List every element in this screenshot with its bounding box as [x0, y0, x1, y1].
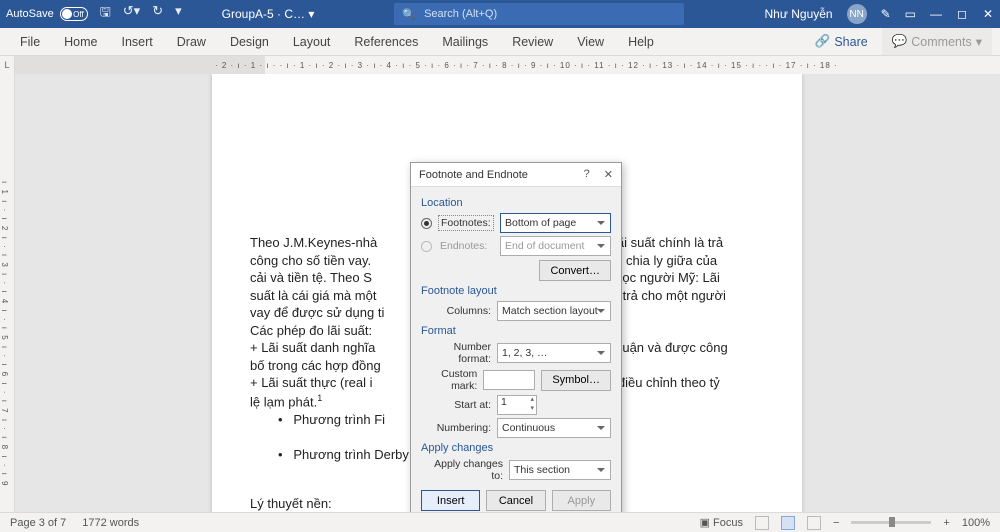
apply-to-combo[interactable]: This section	[509, 460, 611, 480]
redo-icon[interactable]: ↻	[152, 3, 163, 25]
tab-mailings[interactable]: Mailings	[430, 28, 500, 55]
start-at-label: Start at:	[421, 399, 491, 411]
symbol-button[interactable]: Symbol…	[541, 370, 611, 391]
apply-to-label: Apply changes to:	[421, 458, 503, 482]
zoom-out-icon[interactable]: −	[833, 517, 839, 529]
start-at-spinner[interactable]: 1	[497, 395, 537, 415]
number-format-combo[interactable]: 1, 2, 3, …	[497, 343, 611, 363]
ribbon-tabs: File Home Insert Draw Design Layout Refe…	[0, 28, 1000, 56]
tab-layout[interactable]: Layout	[281, 28, 343, 55]
horizontal-ruler-row: L · 2 · ı · 1 · ı · · ı · 1 · ı · 2 · ı …	[0, 56, 1000, 74]
dialog-help-icon[interactable]: ?	[584, 168, 590, 181]
convert-button[interactable]: Convert…	[539, 260, 611, 281]
section-location: Location	[421, 197, 611, 209]
zoom-slider[interactable]	[851, 521, 931, 524]
close-icon[interactable]: ✕	[982, 7, 994, 21]
custom-mark-input[interactable]	[483, 370, 535, 390]
numbering-label: Numbering:	[421, 422, 491, 434]
user-avatar[interactable]: NN	[847, 4, 867, 24]
columns-label: Columns:	[421, 305, 491, 317]
document-canvas[interactable]: Theo J.M.Keynes-nhàg: Lãi suất chính là …	[15, 74, 1000, 514]
horizontal-ruler[interactable]: · 2 · ı · 1 · ı · · ı · 1 · ı · 2 · ı · …	[15, 56, 1000, 74]
endnotes-combo: End of document	[500, 236, 611, 256]
search-box[interactable]: 🔍 Search (Alt+Q)	[394, 3, 684, 25]
focus-mode[interactable]: ▣ Focus	[700, 516, 743, 529]
zoom-level[interactable]: 100%	[962, 517, 990, 529]
section-layout: Footnote layout	[421, 285, 611, 297]
tab-references[interactable]: References	[342, 28, 430, 55]
minimize-icon[interactable]: —	[930, 7, 942, 21]
apply-button[interactable]: Apply	[552, 490, 611, 511]
footnotes-radio[interactable]	[421, 218, 432, 229]
comments-button[interactable]: 💬 Comments ▾	[882, 28, 992, 55]
footnotes-label: Footnotes:	[438, 215, 494, 231]
view-web-icon[interactable]	[807, 516, 821, 530]
page-indicator[interactable]: Page 3 of 7	[10, 517, 66, 529]
section-apply: Apply changes	[421, 442, 611, 454]
view-read-icon[interactable]	[755, 516, 769, 530]
undo-icon[interactable]: ↺▾	[123, 3, 140, 25]
quick-access-toolbar: 🖫 ↺▾ ↻ ▾	[100, 3, 182, 25]
maximize-icon[interactable]: ◻	[956, 7, 968, 21]
share-button[interactable]: 🔗 Share	[807, 28, 876, 55]
numbering-combo[interactable]: Continuous	[497, 418, 611, 438]
status-bar: Page 3 of 7 1772 words ▣ Focus − + 100%	[0, 512, 1000, 532]
vertical-ruler[interactable]: ı 1 ı · ı 2 ı · ı 3 ı · ı 4 ı · ı 5 ı · …	[0, 74, 15, 514]
endnotes-radio[interactable]	[421, 241, 432, 252]
autosave-label: AutoSave	[6, 8, 54, 20]
dialog-titlebar[interactable]: Footnote and Endnote ? ✕	[411, 163, 621, 187]
document-title[interactable]: GroupA-5 · C… ▾	[222, 7, 315, 21]
qat-dropdown-icon[interactable]: ▾	[175, 3, 182, 25]
ruler-corner: L	[0, 56, 15, 74]
tab-help[interactable]: Help	[616, 28, 666, 55]
title-bar: AutoSave Off 🖫 ↺▾ ↻ ▾ GroupA-5 · C… ▾ 🔍 …	[0, 0, 1000, 28]
cancel-button[interactable]: Cancel	[486, 490, 545, 511]
view-print-icon[interactable]	[781, 516, 795, 530]
insert-button[interactable]: Insert	[421, 490, 480, 511]
zoom-in-icon[interactable]: +	[943, 517, 949, 529]
custom-mark-label: Custom mark:	[421, 368, 477, 392]
endnotes-label: Endnotes:	[438, 240, 494, 252]
tab-view[interactable]: View	[565, 28, 616, 55]
tab-review[interactable]: Review	[500, 28, 565, 55]
number-format-label: Number format:	[421, 341, 491, 365]
save-icon[interactable]: 🖫	[100, 3, 111, 25]
autosave-toggle[interactable]: AutoSave Off	[6, 7, 88, 21]
pen-icon[interactable]: ✎	[881, 7, 891, 21]
section-format: Format	[421, 325, 611, 337]
dialog-title: Footnote and Endnote	[419, 169, 528, 181]
window-icon[interactable]: ▭	[905, 7, 916, 21]
search-placeholder: Search (Alt+Q)	[424, 8, 497, 20]
dialog-close-icon[interactable]: ✕	[604, 168, 613, 181]
search-icon: 🔍	[402, 8, 416, 21]
word-count[interactable]: 1772 words	[82, 517, 139, 529]
footnote-endnote-dialog: Footnote and Endnote ? ✕ Location Footno…	[410, 162, 622, 514]
footnotes-combo[interactable]: Bottom of page	[500, 213, 611, 233]
tab-design[interactable]: Design	[218, 28, 281, 55]
autosave-switch[interactable]: Off	[60, 7, 88, 21]
tab-file[interactable]: File	[8, 28, 52, 55]
tab-insert[interactable]: Insert	[110, 28, 165, 55]
user-name[interactable]: Như Nguyễn	[765, 7, 833, 21]
tab-home[interactable]: Home	[52, 28, 109, 55]
columns-combo[interactable]: Match section layout	[497, 301, 611, 321]
tab-draw[interactable]: Draw	[165, 28, 218, 55]
